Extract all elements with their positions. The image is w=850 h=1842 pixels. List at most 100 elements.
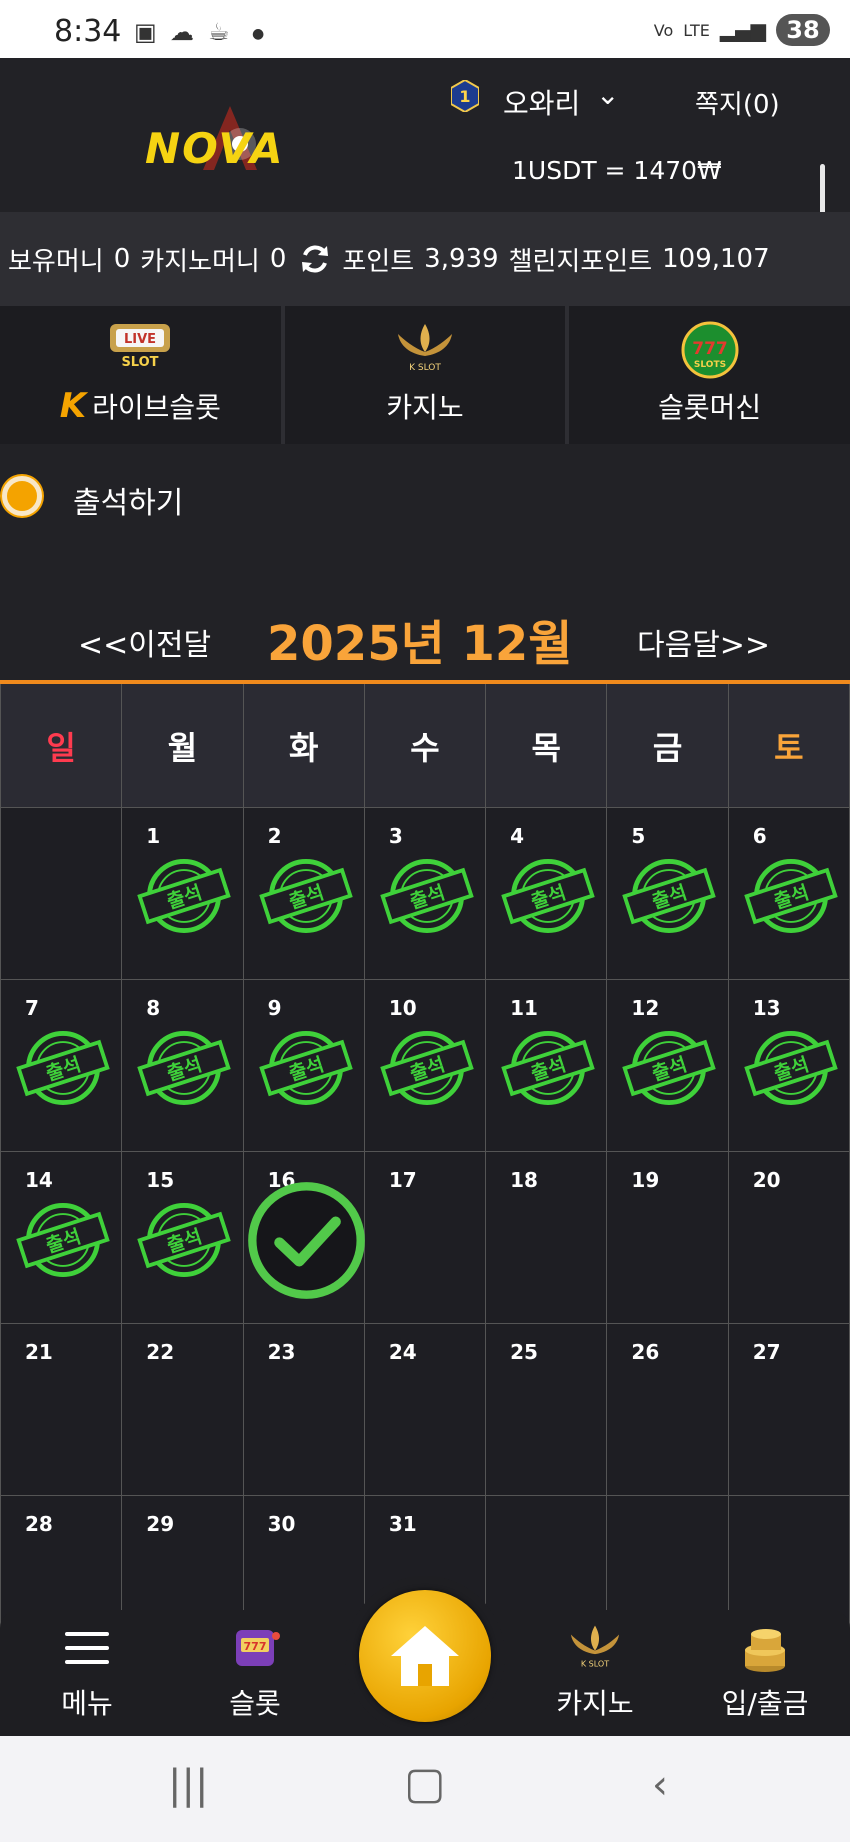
- status-right: Vo LTE ▂▄▆ 38: [654, 14, 830, 46]
- tab-live-slot[interactable]: LIVE SLOT K 라이브슬롯: [0, 306, 281, 444]
- battery-icon: 38: [776, 14, 830, 46]
- username[interactable]: 오와리: [503, 82, 580, 122]
- calendar-day-cell[interactable]: 23: [243, 1324, 365, 1496]
- calendar-day-cell[interactable]: 9 출석: [243, 980, 365, 1152]
- calendar-day-cell[interactable]: 18: [486, 1152, 608, 1324]
- calendar-day-cell[interactable]: 27: [728, 1324, 850, 1496]
- status-time: 8:34: [54, 14, 122, 49]
- nav-bank[interactable]: 입/출금: [715, 1610, 815, 1736]
- attendance-dot-icon: [2, 476, 42, 516]
- attendance-stamp-icon: 출석: [621, 848, 717, 944]
- nova-logo[interactable]: NOVA: [145, 98, 320, 178]
- coffee-icon: ☕: [208, 18, 230, 46]
- day-number: 13: [752, 996, 781, 1020]
- live-slot-icon: LIVE SLOT: [110, 324, 171, 370]
- tab-casino[interactable]: K SLOT 카지노: [284, 306, 566, 444]
- nav-bank-label: 입/출금: [721, 1687, 809, 1720]
- calendar-day-cell[interactable]: 17: [364, 1152, 487, 1324]
- home-button-wrap: [345, 1576, 505, 1736]
- calendar-day-cell[interactable]: 25: [486, 1324, 608, 1496]
- calendar-day-cell[interactable]: 22: [122, 1324, 244, 1496]
- calendar-day-cell[interactable]: 14 출석: [1, 1152, 123, 1324]
- calendar-day-cell[interactable]: 19: [607, 1152, 729, 1324]
- day-number: 6: [752, 824, 767, 848]
- refresh-icon[interactable]: [298, 242, 332, 276]
- home-circle-icon[interactable]: ▢: [404, 1758, 446, 1809]
- nav-slot[interactable]: 777 슬롯: [210, 1610, 300, 1736]
- rank-badge-icon: 1: [451, 80, 479, 112]
- day-number: 21: [25, 1340, 53, 1364]
- calendar-day-cell[interactable]: 8 출석: [122, 980, 244, 1152]
- attendance-stamp-icon: 출석: [743, 848, 839, 944]
- nav-menu-label: 메뉴: [61, 1687, 113, 1720]
- attendance-stamp-icon: 출석: [15, 1192, 111, 1288]
- casino-money-label: 카지노머니: [140, 246, 260, 277]
- svg-text:SLOT: SLOT: [122, 355, 159, 370]
- calendar-day-cell[interactable]: 7 출석: [1, 980, 123, 1152]
- tab-label: 카지노: [386, 391, 464, 424]
- nav-casino[interactable]: K SLOT 카지노: [550, 1610, 640, 1736]
- calendar-day-cell[interactable]: 12 출석: [607, 980, 729, 1152]
- coins-icon: [745, 1629, 785, 1672]
- chevron-down-icon[interactable]: ⌄: [596, 78, 619, 111]
- k-brand-icon: K: [59, 386, 87, 426]
- attendance-stamp-icon: 출석: [136, 1020, 232, 1116]
- calendar-day-cell[interactable]: 3 출석: [364, 808, 487, 980]
- exchange-rate: 1USDT = 1470₩: [512, 156, 722, 185]
- hamburger-menu-icon: [65, 1632, 109, 1664]
- point-label: 포인트: [342, 246, 415, 277]
- svg-text:SLOTS: SLOTS: [694, 360, 726, 370]
- tab-slot-machine[interactable]: 777 SLOTS 슬롯머신: [569, 306, 850, 444]
- nav-casino-label: 카지노: [556, 1687, 634, 1720]
- day-number: 7: [25, 996, 39, 1020]
- calendar-day-cell[interactable]: 1 출석: [122, 808, 244, 980]
- challenge-point-label: 챌린지포인트: [508, 246, 653, 277]
- attendance-stamp-icon: 출석: [15, 1020, 111, 1116]
- k-slot-lotus-icon: K SLOT: [570, 1625, 620, 1669]
- calendar-day-cell: [1, 808, 123, 980]
- calendar-day-cell[interactable]: 5 출석: [607, 808, 729, 980]
- day-number: 11: [510, 996, 538, 1020]
- casino-money-value: 0: [269, 244, 287, 274]
- messages-link[interactable]: 쪽지(0): [695, 84, 780, 121]
- 777-slots-icon: 777 SLOTS: [681, 321, 739, 379]
- check-circle-icon[interactable]: [244, 1178, 369, 1303]
- day-number: 15: [146, 1168, 175, 1192]
- back-icon[interactable]: ‹: [652, 1762, 668, 1808]
- calendar-day-cell[interactable]: 26: [607, 1324, 729, 1496]
- calendar-day-cell[interactable]: 11 출석: [486, 980, 608, 1152]
- recent-apps-icon[interactable]: |||: [168, 1762, 208, 1808]
- calendar-day-cell[interactable]: 6 출석: [728, 808, 850, 980]
- weekday-thu: 목: [486, 684, 608, 808]
- calendar-day-cell[interactable]: 13 출석: [728, 980, 850, 1152]
- weekday-fri: 금: [607, 684, 729, 808]
- dot-icon: ●: [252, 26, 265, 42]
- cloud-icon: ☁: [170, 18, 194, 46]
- calendar-day-cell[interactable]: 24: [364, 1324, 487, 1496]
- weekday-mon: 월: [122, 684, 244, 808]
- day-number: 8: [146, 996, 161, 1020]
- calendar-day-cell[interactable]: 4 출석: [486, 808, 608, 980]
- calendar-day-cell[interactable]: 16: [243, 1152, 365, 1324]
- day-number: 25: [510, 1340, 538, 1364]
- next-month-link[interactable]: 다음달>>: [637, 620, 770, 664]
- weekday-header: 일 월 화 수 목 금 토: [0, 684, 850, 808]
- tab-label: 라이브슬롯: [92, 391, 221, 424]
- calendar-day-cell[interactable]: 10 출석: [364, 980, 487, 1152]
- calendar-day-cell[interactable]: 20: [728, 1152, 850, 1324]
- day-number: 2: [267, 824, 282, 848]
- home-button[interactable]: [359, 1590, 491, 1722]
- attendance-stamp-icon: 출석: [136, 1192, 232, 1288]
- money-label: 보유머니: [8, 246, 104, 277]
- calendar-day-cell[interactable]: 21: [1, 1324, 123, 1496]
- prev-month-link[interactable]: <<이전달: [78, 620, 211, 664]
- calendar-day-cell[interactable]: 2 출석: [243, 808, 365, 980]
- day-number: 14: [25, 1168, 53, 1192]
- screenshot-icon: ▣: [134, 18, 157, 46]
- logo-text: NOVA: [145, 124, 285, 173]
- day-number: 17: [388, 1168, 417, 1192]
- money-value: 0: [113, 244, 131, 274]
- nav-menu[interactable]: 메뉴: [42, 1610, 132, 1736]
- day-number: 3: [388, 824, 403, 848]
- calendar-day-cell[interactable]: 15 출석: [122, 1152, 244, 1324]
